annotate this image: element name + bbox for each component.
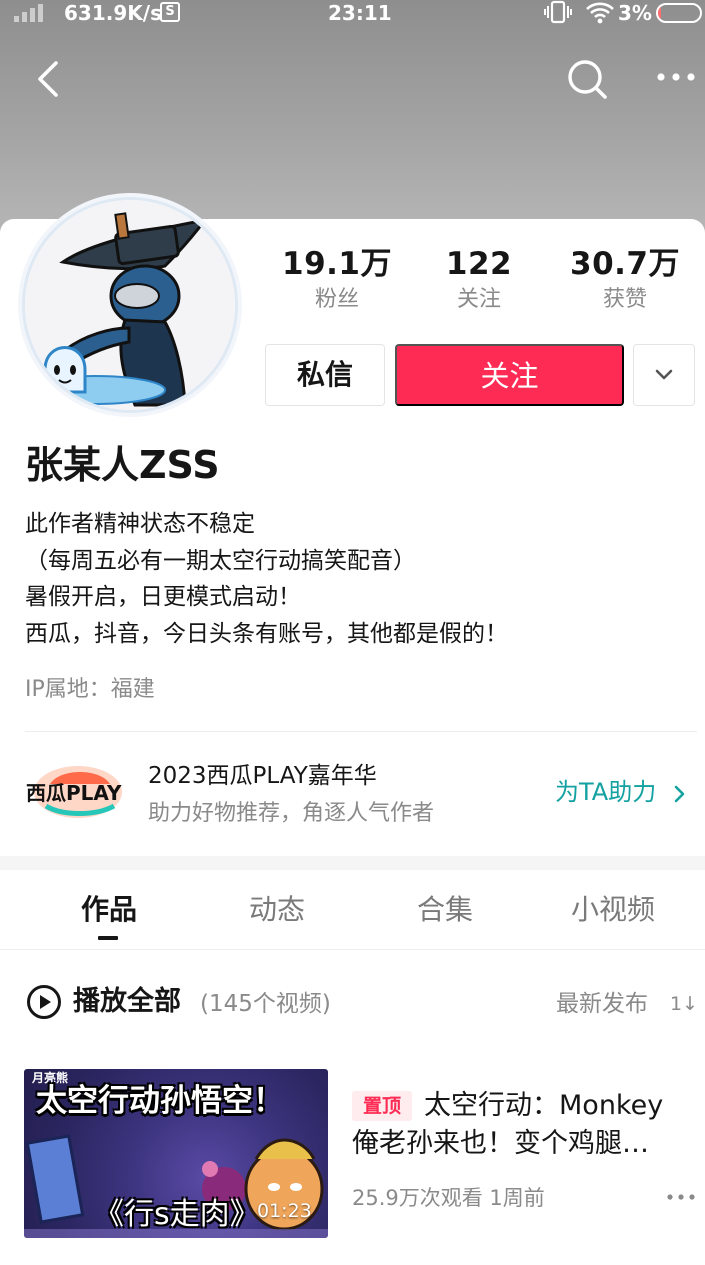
ip-location: IP属地：福建	[25, 677, 155, 702]
network-speed: 631.9K/s	[64, 1, 162, 25]
back-button[interactable]	[30, 55, 70, 103]
stat-value: 30.7万	[570, 246, 680, 282]
stat-label: 关注	[456, 287, 501, 312]
video-duration: 01:23	[257, 1200, 312, 1222]
search-icon	[568, 60, 607, 99]
promo-cta-link[interactable]: 为TA助力	[555, 774, 656, 810]
svg-text:西瓜PLAY: 西瓜PLAY	[26, 781, 122, 805]
bio-line: 此作者精神状态不稳定	[25, 511, 255, 537]
stat-likes[interactable]: 30.7万 获赞	[560, 243, 690, 315]
video-more-button[interactable]	[664, 1185, 698, 1209]
promo-subtitle: 助力好物推荐，角逐人气作者	[148, 801, 435, 826]
signal-icon	[14, 2, 43, 22]
video-thumbnail[interactable]: 月亮熊 太空行动孙悟空！ 《行s走肉》 01:23	[24, 1069, 328, 1238]
sort-order-icon[interactable]: 1↓	[670, 984, 698, 1024]
promo-banner[interactable]: 西瓜PLAY 2023西瓜PLAY嘉年华 助力好物推荐，角逐人气作者 为TA助力	[0, 732, 705, 856]
video-meta: 25.9万次观看 1周前	[352, 1186, 545, 1210]
tab-short-videos[interactable]: 小视频	[563, 888, 663, 932]
profile-name: 张某人ZSS	[25, 443, 220, 487]
bio-line: （每周五必有一期太空行动搞笑配音）	[25, 547, 416, 574]
active-tab-indicator	[98, 936, 118, 940]
tab-updates[interactable]: 动态	[227, 888, 327, 932]
list-header: 播放全部 (145个视频) 最新发布 1↓	[0, 978, 705, 1028]
search-button[interactable]	[565, 57, 609, 101]
thumbnail-title: 太空行动孙悟空！	[36, 1083, 284, 1119]
chevron-down-icon	[655, 369, 673, 380]
bio-line: 暑假开启，日更模式启动！	[25, 584, 301, 610]
thumbnail-subtitle: 《行s走肉》	[94, 1197, 260, 1232]
stat-fans[interactable]: 19.1万 粉丝	[272, 243, 402, 315]
message-button[interactable]: 私信	[265, 344, 385, 406]
avatar-illustration	[25, 200, 235, 410]
battery-percent: 3%	[618, 1, 652, 25]
clock: 23:11	[328, 1, 392, 25]
sort-button[interactable]: 最新发布	[556, 982, 648, 1026]
tab-works[interactable]: 作品	[59, 888, 159, 932]
chevron-right-icon	[672, 784, 688, 804]
section-separator	[0, 856, 705, 870]
video-list-item[interactable]: 月亮熊 太空行动孙悟空！ 《行s走肉》 01:23 太空行动：Monkey 俺老…	[24, 1069, 705, 1239]
profile-bio: 此作者精神状态不稳定 （每周五必有一期太空行动搞笑配音） 暑假开启，日更模式启动…	[25, 506, 508, 652]
chevron-left-icon	[38, 61, 58, 97]
ellipsis-icon	[667, 1194, 695, 1200]
s-badge-icon: S	[160, 2, 180, 22]
status-bar: 631.9K/s S 23:11 3%	[0, 0, 705, 26]
battery-icon	[656, 3, 702, 23]
stat-value: 19.1万	[282, 246, 392, 282]
stat-value: 122	[445, 246, 513, 282]
more-options-button[interactable]	[655, 62, 699, 92]
promo-title: 2023西瓜PLAY嘉年华	[148, 763, 377, 789]
video-title-line: 俺老孙来也！变个鸡腿…	[352, 1128, 649, 1159]
stat-following[interactable]: 122 关注	[414, 243, 544, 315]
tab-collections[interactable]: 合集	[395, 888, 495, 932]
play-all-button[interactable]: 播放全部	[73, 980, 181, 1024]
stat-label: 获赞	[602, 287, 647, 312]
recommend-dropdown-button[interactable]	[633, 344, 695, 406]
bio-line: 西瓜，抖音，今日头条有账号，其他都是假的！	[25, 620, 508, 647]
stat-label: 粉丝	[314, 287, 359, 312]
video-count: (145个视频)	[200, 991, 331, 1017]
follow-button[interactable]: 关注	[395, 344, 624, 406]
xigua-play-logo: 西瓜PLAY	[22, 762, 130, 824]
wifi-icon	[585, 0, 615, 30]
pinned-badge: 置顶	[352, 1091, 412, 1121]
vibrate-icon	[543, 0, 573, 30]
avatar[interactable]	[22, 197, 238, 413]
play-all-icon[interactable]	[26, 984, 62, 1020]
ellipsis-icon	[657, 73, 695, 81]
